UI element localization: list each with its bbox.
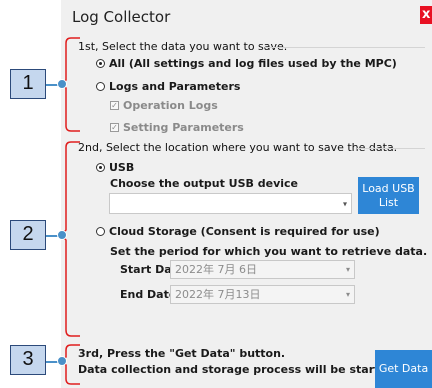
callout-1: 1 [10,69,46,99]
section-brackets [59,37,80,385]
callout-2: 2 [10,220,46,250]
callout-3-dot [57,356,67,366]
callout-3: 3 [10,345,46,375]
callout-1-dot [57,79,67,89]
callout-2-dot [57,230,67,240]
